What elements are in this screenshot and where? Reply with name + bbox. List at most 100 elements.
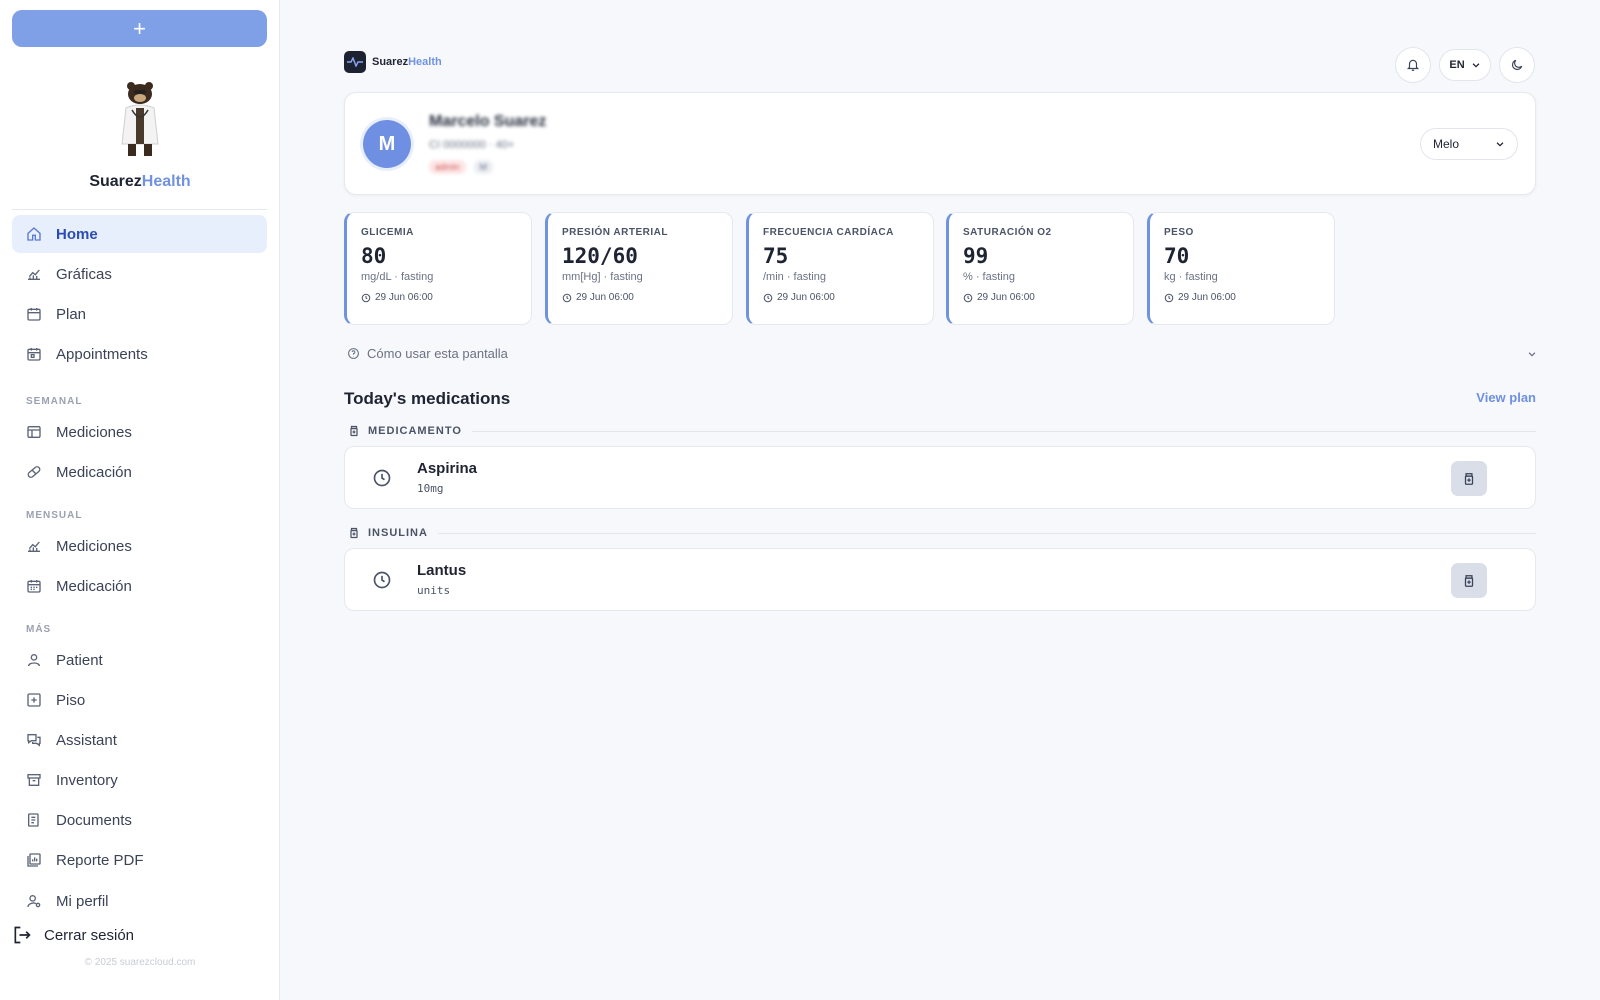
vital-card-saturacion-o2[interactable]: SATURACIÓN O2 99 % · fasting 29 Jun 06:0…	[946, 212, 1134, 325]
vital-card-frecuencia-cardiaca[interactable]: FRECUENCIA CARDÍACA 75 /min · fasting 29…	[746, 212, 934, 325]
vital-value: 70	[1164, 244, 1190, 268]
plus-square-icon	[26, 692, 42, 708]
table-icon	[26, 424, 42, 440]
vital-card-glicemia[interactable]: GLICEMIA 80 mg/dL · fasting 29 Jun 06:00	[344, 212, 532, 325]
vital-unit: mm[Hg] · fasting	[562, 271, 643, 283]
header-logo-text: SuarezHealth	[372, 56, 442, 68]
sidebar-item-label: Medicación	[56, 463, 132, 481]
view-plan-link[interactable]: View plan	[1476, 390, 1536, 405]
vital-time: 29 Jun 06:00	[963, 292, 1133, 303]
medication-dose: 10mg	[417, 482, 444, 495]
medicine-bottle-icon	[1464, 574, 1474, 587]
sidebar-item-label: Reporte PDF	[56, 851, 144, 869]
sidebar-item-mediciones-mensual[interactable]: Mediciones	[12, 527, 267, 565]
sidebar-item-label: Patient	[56, 651, 103, 669]
howto-label: Cómo usar esta pantalla	[367, 346, 508, 361]
sidebar-item-mi-perfil[interactable]: Mi perfil	[12, 882, 267, 920]
group-divider	[437, 532, 1536, 534]
logout-button[interactable]: Cerrar sesión	[12, 925, 134, 945]
vital-unit: % · fasting	[963, 271, 1015, 283]
patient-selector-value: Melo	[1433, 137, 1460, 151]
calendar-check-icon	[26, 346, 42, 362]
sidebar-item-label: Mediciones	[56, 423, 132, 441]
vital-time: 29 Jun 06:00	[763, 292, 933, 303]
clock-icon	[361, 293, 371, 302]
sidebar-item-medicacion-mensual[interactable]: Medicación	[12, 567, 267, 605]
archive-icon	[26, 772, 42, 788]
patient-name: Marcelo Suarez	[429, 113, 547, 130]
mascot-logo	[121, 82, 159, 156]
vital-label: PRESIÓN ARTERIAL	[562, 227, 668, 238]
sidebar-item-inventory[interactable]: Inventory	[12, 761, 267, 799]
sidebar-item-label: Plan	[56, 305, 87, 323]
sidebar-item-reporte-pdf[interactable]: Reporte PDF	[12, 841, 267, 879]
notifications-button[interactable]	[1395, 47, 1431, 83]
sidebar-item-appointments[interactable]: Appointments	[12, 335, 267, 373]
sidebar-item-medicacion-semanal[interactable]: Medicación	[12, 453, 267, 491]
vital-unit: kg · fasting	[1164, 271, 1218, 283]
sidebar-item-plan[interactable]: Plan	[12, 295, 267, 333]
medications-title: Today's medications	[344, 389, 511, 408]
vital-label: FRECUENCIA CARDÍACA	[763, 227, 894, 238]
sidebar-item-label: Gráficas	[56, 265, 112, 283]
chevron-down-icon	[1496, 142, 1504, 147]
heartbeat-icon	[344, 51, 366, 73]
theme-toggle-button[interactable]	[1499, 47, 1535, 83]
patient-avatar: M	[363, 120, 411, 168]
chevron-down-icon	[1528, 352, 1536, 357]
medication-group-label: MEDICAMENTO	[368, 425, 462, 437]
medicine-bottle-icon	[348, 527, 360, 539]
chart-icon	[26, 266, 42, 282]
sidebar-item-mediciones-semanal[interactable]: Mediciones	[12, 413, 267, 451]
medication-row[interactable]: Lantus units	[344, 548, 1536, 611]
calendar-icon	[26, 306, 42, 322]
medicine-bottle-icon	[348, 425, 360, 437]
sidebar-item-home[interactable]: Home	[12, 215, 267, 253]
vital-label: GLICEMIA	[361, 227, 414, 238]
help-circle-icon	[348, 348, 359, 359]
medication-dose: units	[417, 584, 451, 597]
section-label-mensual: MENSUAL	[26, 510, 83, 521]
vital-label: PESO	[1164, 227, 1194, 238]
vital-value: 75	[763, 244, 789, 268]
copyright-text: © 2025 suarezcloud.com	[84, 957, 196, 968]
vital-unit: mg/dL · fasting	[361, 271, 434, 283]
sidebar-item-patient[interactable]: Patient	[12, 641, 267, 679]
vital-card-peso[interactable]: PESO 70 kg · fasting 29 Jun 06:00	[1147, 212, 1335, 325]
mark-taken-button[interactable]	[1451, 461, 1487, 496]
vital-unit: /min · fasting	[763, 271, 826, 283]
sidebar-item-documents[interactable]: Documents	[12, 801, 267, 839]
vital-card-presion-arterial[interactable]: PRESIÓN ARTERIAL 120/60 mm[Hg] · fasting…	[545, 212, 733, 325]
moon-icon	[1512, 59, 1523, 70]
medication-name: Lantus	[417, 562, 467, 579]
language-select[interactable]: EN	[1439, 49, 1491, 81]
clock-icon	[763, 293, 773, 302]
chat-icon	[26, 732, 42, 748]
sidebar-item-graficas[interactable]: Gráficas	[12, 255, 267, 293]
medicine-bottle-icon	[1464, 472, 1474, 485]
sidebar-item-label: Mediciones	[56, 537, 132, 555]
clock-icon	[963, 293, 973, 302]
sidebar-item-assistant[interactable]: Assistant	[12, 721, 267, 759]
home-icon	[26, 226, 42, 242]
vital-time: 29 Jun 06:00	[1164, 292, 1334, 303]
medication-row[interactable]: Aspirina 10mg	[344, 446, 1536, 509]
patient-selector[interactable]: Melo	[1420, 128, 1518, 160]
new-entry-button[interactable]: +	[12, 10, 267, 47]
document-icon	[26, 812, 42, 828]
section-label-mas: MÁS	[26, 624, 52, 635]
sidebar-item-label: Inventory	[56, 771, 118, 789]
user-settings-icon	[26, 893, 42, 909]
medication-group-header: MEDICAMENTO	[348, 425, 1536, 437]
sidebar-item-label: Mi perfil	[56, 892, 109, 910]
pill-icon	[26, 464, 42, 480]
sidebar: + SuarezHealth Home Gráficas Plan Appoin…	[0, 0, 280, 1000]
logout-icon	[12, 925, 32, 945]
howto-expander[interactable]: Cómo usar esta pantalla	[347, 346, 1537, 361]
sidebar-item-piso[interactable]: Piso	[12, 681, 267, 719]
vital-time: 29 Jun 06:00	[562, 292, 732, 303]
mark-taken-button[interactable]	[1451, 563, 1487, 598]
sidebar-item-label: Appointments	[56, 345, 148, 363]
medication-name: Aspirina	[417, 460, 478, 477]
header-logo[interactable]: SuarezHealth	[344, 51, 442, 73]
